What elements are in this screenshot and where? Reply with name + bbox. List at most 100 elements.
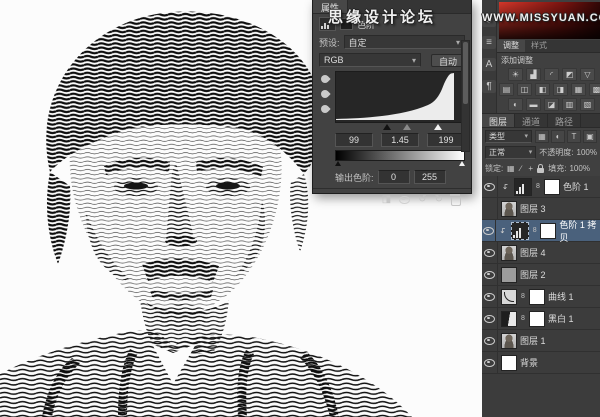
layer-thumbnail[interactable]: [501, 311, 517, 327]
filter-adjustment-layers-icon[interactable]: ◐: [551, 130, 565, 143]
lock-transparent-pixels-icon[interactable]: ▦: [506, 164, 515, 173]
panel-scrollbar[interactable]: [461, 40, 470, 152]
channel-dropdown[interactable]: RGB ▾: [319, 53, 421, 67]
layer-row[interactable]: 背景: [482, 352, 600, 374]
channel-mixer-icon[interactable]: ▦: [571, 83, 586, 96]
filter-shape-layers-icon[interactable]: ▣: [583, 130, 597, 143]
layer-thumbnail[interactable]: [501, 201, 517, 217]
lock-position-icon[interactable]: +: [526, 164, 535, 173]
layer-name[interactable]: 图层 4: [520, 246, 546, 259]
brightness-contrast-icon[interactable]: ☀: [508, 68, 523, 81]
levels-icon[interactable]: ▟: [526, 68, 541, 81]
character-panel-icon[interactable]: A: [482, 58, 496, 71]
output-black-slider[interactable]: [335, 161, 341, 166]
tab-channels[interactable]: 通道: [515, 114, 548, 127]
toggle-visibility-icon[interactable]: [399, 196, 410, 204]
delete-adjustment-icon[interactable]: [451, 197, 461, 206]
tab-styles[interactable]: 样式: [525, 40, 553, 52]
input-levels-sliders[interactable]: [335, 123, 465, 132]
layer-row[interactable]: 8曲线 1: [482, 286, 600, 308]
gradient-map-icon[interactable]: ▥: [562, 98, 577, 111]
output-white-field[interactable]: 255: [414, 170, 446, 184]
layer-name[interactable]: 背景: [520, 356, 538, 369]
filter-type-layers-icon[interactable]: T: [567, 130, 581, 143]
layer-thumbnail[interactable]: [501, 245, 517, 261]
sample-gray-point-eyedropper[interactable]: [319, 88, 330, 99]
layer-name[interactable]: 黑白 1: [548, 312, 574, 325]
layer-mask-thumbnail[interactable]: [544, 179, 560, 195]
layer-mask-thumbnail[interactable]: [529, 289, 545, 305]
hue-saturation-icon[interactable]: ▤: [499, 83, 514, 96]
layer-name[interactable]: 图层 3: [520, 202, 546, 215]
reset-adjustment-icon[interactable]: ↻: [435, 195, 443, 205]
black-point-slider[interactable]: [383, 124, 391, 130]
clip-to-layer-icon[interactable]: ◨: [382, 195, 391, 205]
layer-filter-dropdown[interactable]: 类型 ▾: [485, 130, 532, 143]
white-point-slider[interactable]: [434, 124, 442, 130]
black-white-icon[interactable]: ◧: [535, 83, 550, 96]
visibility-toggle[interactable]: [482, 242, 498, 263]
layer-thumbnail[interactable]: [514, 178, 532, 196]
layer-row[interactable]: ↴8色阶 1 拷贝: [482, 220, 600, 242]
visibility-toggle[interactable]: [482, 286, 498, 307]
posterize-icon[interactable]: ▬: [526, 98, 541, 111]
input-black-field[interactable]: 99: [335, 133, 373, 147]
layer-name[interactable]: 图层 1: [520, 334, 546, 347]
visibility-toggle[interactable]: [482, 352, 498, 373]
layer-mask-thumbnail[interactable]: [529, 311, 545, 327]
output-black-field[interactable]: 0: [378, 170, 410, 184]
tab-paths[interactable]: 路径: [548, 114, 581, 127]
input-gamma-field[interactable]: 1.45: [381, 133, 419, 147]
levels-histogram[interactable]: [335, 71, 465, 123]
tab-layers[interactable]: 图层: [482, 114, 515, 127]
color-balance-icon[interactable]: ◫: [517, 83, 532, 96]
color-lookup-icon[interactable]: ▩: [589, 83, 600, 96]
view-previous-state-icon[interactable]: ↺: [418, 195, 426, 205]
photo-filter-icon[interactable]: ◨: [553, 83, 568, 96]
visibility-toggle[interactable]: [482, 198, 498, 219]
info-panel-icon[interactable]: ≡: [482, 36, 496, 49]
opacity-value[interactable]: 100%: [577, 148, 597, 157]
output-levels-sliders[interactable]: [335, 161, 465, 168]
exposure-icon[interactable]: ◩: [562, 68, 577, 81]
layer-row[interactable]: 图层 1: [482, 330, 600, 352]
vibrance-icon[interactable]: ▽: [580, 68, 595, 81]
lock-image-pixels-icon[interactable]: ∕: [516, 164, 525, 173]
layer-thumbnail[interactable]: [511, 222, 529, 240]
selective-color-icon[interactable]: ▧: [580, 98, 595, 111]
layer-row[interactable]: 8黑白 1: [482, 308, 600, 330]
layer-thumbnail[interactable]: [501, 355, 517, 371]
paragraph-panel-icon[interactable]: ¶: [482, 80, 496, 93]
fill-value[interactable]: 100%: [569, 164, 589, 173]
midtone-slider[interactable]: [403, 124, 411, 130]
layer-row[interactable]: 图层 4: [482, 242, 600, 264]
invert-icon[interactable]: ◐: [508, 98, 523, 111]
sample-black-point-eyedropper[interactable]: [319, 73, 330, 84]
output-white-slider[interactable]: [459, 161, 465, 166]
layer-row[interactable]: ↴8色阶 1: [482, 176, 600, 198]
tab-adjustments[interactable]: 调整: [497, 40, 525, 52]
layer-name[interactable]: 图层 2: [520, 268, 546, 281]
auto-button[interactable]: 自动: [431, 54, 465, 67]
visibility-toggle[interactable]: [482, 176, 498, 197]
curves-icon[interactable]: ◜: [544, 68, 559, 81]
sample-white-point-eyedropper[interactable]: [319, 103, 330, 114]
lock-all-icon[interactable]: [537, 168, 544, 173]
threshold-icon[interactable]: ◪: [544, 98, 559, 111]
input-white-field[interactable]: 199: [427, 133, 465, 147]
layer-thumbnail[interactable]: [501, 267, 517, 283]
preset-dropdown[interactable]: 自定 ▾: [344, 35, 465, 49]
layer-thumbnail[interactable]: [501, 333, 517, 349]
layer-mask-thumbnail[interactable]: [540, 223, 556, 239]
layer-name[interactable]: 曲线 1: [548, 290, 574, 303]
visibility-toggle[interactable]: [482, 220, 496, 241]
visibility-toggle[interactable]: [482, 264, 498, 285]
layer-name[interactable]: 色阶 1: [563, 180, 589, 193]
layer-row[interactable]: 图层 2: [482, 264, 600, 286]
filter-pixel-layers-icon[interactable]: ▦: [535, 130, 549, 143]
visibility-toggle[interactable]: [482, 330, 498, 351]
visibility-toggle[interactable]: [482, 308, 498, 329]
layer-name[interactable]: 色阶 1 拷贝: [559, 218, 600, 244]
layer-thumbnail[interactable]: [501, 289, 517, 305]
blend-mode-dropdown[interactable]: 正常 ▾: [485, 146, 536, 159]
